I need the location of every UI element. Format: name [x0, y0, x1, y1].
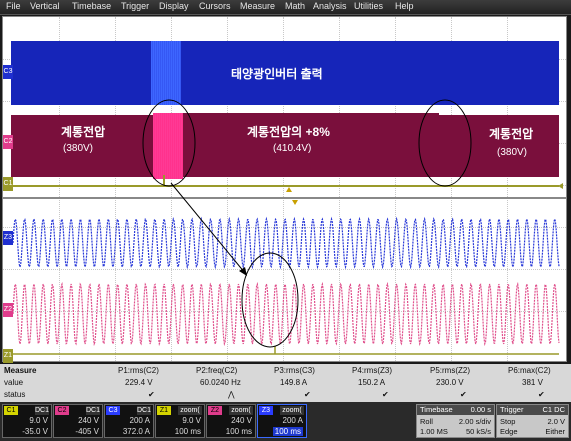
menu-math[interactable]: Math — [285, 1, 305, 11]
channel-descriptor-bar: C1 DC1 9.0 V -35.0 V C2 DC1 240 V -405 V… — [0, 402, 571, 441]
coupling-icon: DC1 — [35, 406, 50, 415]
menu-file[interactable]: File — [6, 1, 21, 11]
trigger-title: Trigger — [500, 405, 524, 414]
z1-tag: Z1 — [157, 406, 171, 415]
left-ellipse — [142, 99, 196, 187]
z2-tag: Z2 — [208, 406, 222, 415]
menu-trigger[interactable]: Trigger — [121, 1, 149, 11]
param-status: ✔ — [148, 390, 155, 399]
menu-utilities[interactable]: Utilities — [354, 1, 383, 11]
c3-tag: C3 — [106, 406, 120, 415]
menu-measure[interactable]: Measure — [240, 1, 275, 11]
zoom-icon: zoom( — [229, 406, 253, 415]
right-ellipse — [418, 99, 472, 187]
param-name[interactable]: P3:rms(C3) — [274, 366, 315, 375]
timebase-title: Timebase — [420, 405, 453, 414]
menu-timebase[interactable]: Timebase — [72, 1, 111, 11]
measure-row-label: Measure — [4, 366, 37, 375]
c2-tag: C2 — [55, 406, 69, 415]
offset-value: -35.0 V — [22, 427, 48, 436]
trigger-type: Edge — [500, 427, 518, 436]
param-value: 60.0240 Hz — [200, 378, 241, 387]
timebase-offset: 0.00 s — [470, 405, 491, 414]
z3-tag: Z3 — [259, 406, 273, 415]
trigger-panel[interactable]: Trigger C1 DC Stop 2.0 V Edge Either — [496, 404, 569, 438]
tdiv-value: 100 ms — [225, 427, 252, 436]
trigger-tag: C1 DC — [542, 405, 565, 414]
offset-value: -405 V — [75, 427, 99, 436]
status-row-label: status — [4, 390, 26, 399]
tdiv-value: 100 ms — [174, 427, 201, 436]
param-value: 381 V — [522, 378, 543, 387]
param-status: ✔ — [304, 390, 311, 399]
timebase-header: Timebase 0.00 s — [417, 405, 494, 415]
param-name[interactable]: P4:rms(Z3) — [352, 366, 392, 375]
param-value: 230.0 V — [436, 378, 464, 387]
trigger-mode: Stop — [500, 417, 516, 426]
param-status: ✔ — [460, 390, 467, 399]
timebase-mode: Roll — [420, 417, 433, 426]
z3-descriptor[interactable]: Z3 zoom( 200 A 100 ms — [257, 404, 307, 438]
zoom-ellipse — [241, 252, 299, 348]
zoom-icon: zoom( — [280, 406, 304, 415]
trigger-slope: Either — [545, 427, 565, 436]
zoom-icon: zoom( — [178, 406, 202, 415]
param-name[interactable]: P5:rms(Z2) — [430, 366, 470, 375]
zoom-arrow-head — [239, 267, 247, 276]
vdiv-value: 200 A — [282, 416, 303, 425]
trigger-header: Trigger C1 DC — [497, 405, 568, 415]
param-name[interactable]: P6:max(C2) — [508, 366, 551, 375]
tdiv-value: 100 ms — [272, 427, 303, 436]
timebase-panel[interactable]: Timebase 0.00 s Roll 2.00 s/div 1.00 MS 5… — [416, 404, 495, 438]
value-row-label: value — [4, 378, 24, 387]
z2-descriptor[interactable]: Z2 zoom( 240 V 100 ms — [206, 404, 256, 438]
zoom-arrow — [170, 182, 246, 274]
param-status: ✔ — [382, 390, 389, 399]
menu-bar: File Vertical Timebase Trigger Display C… — [0, 0, 571, 15]
param-status: ⋀ — [228, 390, 235, 399]
menu-display[interactable]: Display — [159, 1, 189, 11]
c1-tag: C1 — [4, 406, 18, 415]
param-value: 229.4 V — [125, 378, 153, 387]
coupling-icon: DC1 — [86, 406, 101, 415]
timebase-points: 1.00 MS — [420, 427, 448, 436]
scope-display[interactable]: C3 C2 C1 Z3 Z2 Z1 태양광인버터 출력 계통전압 (380V) … — [2, 16, 567, 363]
vdiv-value: 240 V — [78, 416, 99, 425]
menu-vertical[interactable]: Vertical — [30, 1, 60, 11]
measure-table: Measure value status P1:rms(C2) 229.4 V … — [0, 364, 571, 402]
c3-descriptor[interactable]: C3 DC1 200 A 372.0 A — [104, 404, 154, 438]
vdiv-value: 9.0 V — [29, 416, 48, 425]
offset-value: 372.0 A — [122, 427, 150, 436]
param-status: ✔ — [538, 390, 545, 399]
trigger-level: 2.0 V — [547, 417, 565, 426]
timebase-div: 2.00 s/div — [458, 417, 491, 426]
annotation-overlay — [142, 99, 472, 348]
menu-help[interactable]: Help — [395, 1, 414, 11]
param-value: 149.8 A — [280, 378, 308, 387]
vdiv-value: 9.0 V — [182, 416, 201, 425]
timebase-rate: 50 kS/s — [465, 427, 491, 436]
z1-descriptor[interactable]: Z1 zoom( 9.0 V 100 ms — [155, 404, 205, 438]
coupling-icon: DC1 — [137, 406, 152, 415]
param-name[interactable]: P2:freq(C2) — [196, 366, 237, 375]
c1-descriptor[interactable]: C1 DC1 9.0 V -35.0 V — [2, 404, 52, 438]
menu-analysis[interactable]: Analysis — [313, 1, 347, 11]
vdiv-value: 240 V — [231, 416, 252, 425]
vdiv-value: 200 A — [129, 416, 150, 425]
menu-cursors[interactable]: Cursors — [199, 1, 231, 11]
c2-descriptor[interactable]: C2 DC1 240 V -405 V — [53, 404, 103, 438]
param-name[interactable]: P1:rms(C2) — [118, 366, 159, 375]
param-value: 150.2 A — [358, 378, 386, 387]
